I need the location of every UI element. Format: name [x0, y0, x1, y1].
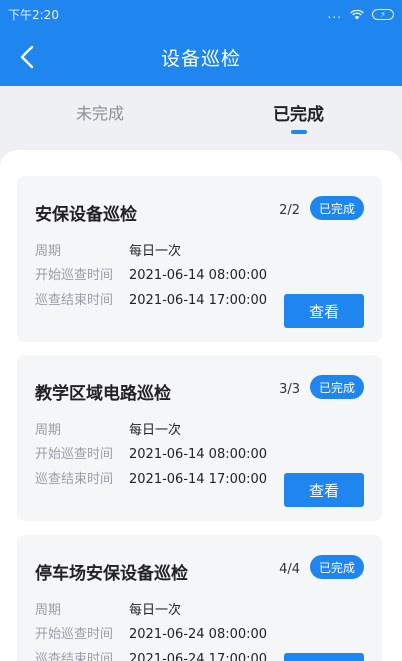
- card-title: 安保设备巡检: [35, 205, 137, 225]
- inspection-card: 教学区域电路巡检 3/3 已完成 周期 每日一次 开始巡查时间 2021-06-14…: [17, 355, 382, 521]
- battery-icon: ⚡: [372, 8, 394, 20]
- card-count: 3/3: [279, 382, 300, 397]
- row-value: 2021-06-14 17:00:00: [129, 293, 268, 308]
- row-label: 周期: [35, 603, 62, 618]
- card-count: 2/2: [279, 203, 300, 218]
- row-value: 2021-06-24 08:00:00: [129, 627, 268, 642]
- row-value: 2021-06-24 17:00:00: [129, 652, 268, 661]
- back-button[interactable]: [12, 42, 42, 72]
- row-label: 巡查结束时间: [35, 293, 114, 308]
- inspection-card: 停车场安保设备巡检 4/4 已完成 周期 每日一次 开始巡查时间 2021-06-2…: [17, 535, 382, 661]
- row-label: 开始巡查时间: [35, 447, 114, 462]
- row-label: 开始巡查时间: [35, 627, 114, 642]
- view-button[interactable]: 查看: [284, 653, 364, 661]
- info-row: 开始巡查时间 2021-06-14 08:00:00: [35, 443, 267, 462]
- info-row: 巡查结束时间 2021-06-24 17:00:00: [35, 648, 267, 661]
- view-button[interactable]: 查看: [284, 294, 364, 328]
- row-label: 巡查结束时间: [35, 472, 114, 487]
- info-row: 巡查结束时间 2021-06-14 17:00:00: [35, 289, 267, 308]
- view-button[interactable]: 查看: [284, 473, 364, 507]
- wifi-icon: [350, 9, 364, 20]
- status-badge: 已完成: [309, 196, 364, 220]
- row-value: 每日一次: [129, 603, 182, 618]
- row-value: 2021-06-14 17:00:00: [129, 472, 268, 487]
- info-row: 周期 每日一次: [35, 419, 181, 438]
- status-dots: ...: [327, 7, 342, 21]
- content-sheet: 安保设备巡检 2/2 已完成 周期 每日一次 开始巡查时间 2021-06-14 0…: [0, 150, 402, 661]
- status-bar: 下午2:20 ... ⚡: [0, 0, 402, 28]
- info-row: 巡查结束时间 2021-06-14 17:00:00: [35, 468, 267, 487]
- row-label: 周期: [35, 244, 62, 259]
- card-title: 教学区域电路巡检: [35, 384, 171, 404]
- row-value: 2021-06-14 08:00:00: [129, 268, 268, 283]
- chevron-left-icon: [20, 45, 34, 69]
- row-label: 巡查结束时间: [35, 652, 114, 661]
- tab-active-indicator: [291, 130, 307, 134]
- row-value: 每日一次: [129, 423, 182, 438]
- row-value: 每日一次: [129, 244, 182, 259]
- info-row: 周期 每日一次: [35, 240, 181, 259]
- tab-bar: 未完成 已完成: [0, 86, 402, 154]
- status-badge: 已完成: [309, 375, 364, 399]
- card-title: 停车场安保设备巡检: [35, 564, 188, 584]
- nav-bar: 设备巡检: [0, 28, 402, 86]
- page-title: 设备巡检: [160, 47, 241, 70]
- status-time: 下午2:20: [8, 7, 59, 22]
- status-icons: ... ⚡: [328, 7, 394, 21]
- row-label: 周期: [35, 423, 62, 438]
- status-badge: 已完成: [309, 555, 364, 579]
- info-row: 开始巡查时间 2021-06-14 08:00:00: [35, 264, 267, 283]
- tab-completed[interactable]: 已完成: [273, 100, 324, 125]
- tab-incomplete[interactable]: 未完成: [76, 100, 124, 124]
- row-value: 2021-06-14 08:00:00: [129, 447, 268, 462]
- card-count: 4/4: [279, 562, 300, 577]
- info-row: 开始巡查时间 2021-06-24 08:00:00: [35, 623, 267, 642]
- row-label: 开始巡查时间: [35, 268, 114, 283]
- inspection-card: 安保设备巡检 2/2 已完成 周期 每日一次 开始巡查时间 2021-06-14 0…: [17, 176, 382, 342]
- info-row: 周期 每日一次: [35, 599, 181, 618]
